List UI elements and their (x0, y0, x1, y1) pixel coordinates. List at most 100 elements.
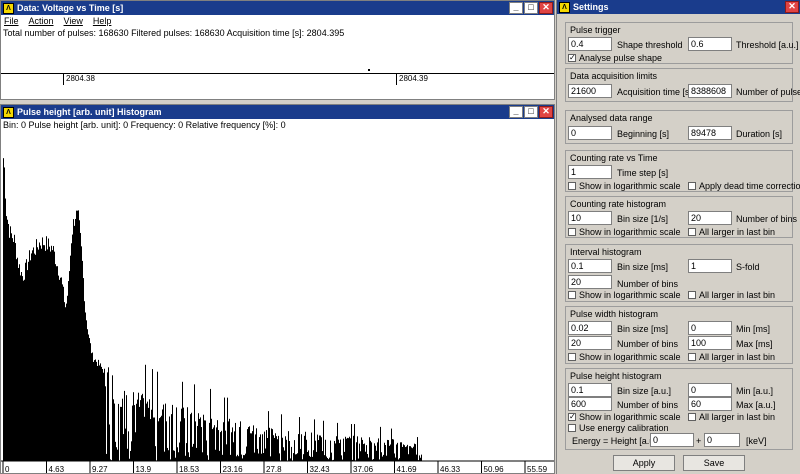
maximize-icon[interactable]: □ (524, 106, 538, 118)
histogram-bar (46, 236, 47, 461)
max-input[interactable]: 100 (688, 336, 732, 350)
histogram-bar (101, 366, 102, 461)
save-button[interactable]: Save (683, 455, 745, 471)
bin-size-input[interactable]: 0.1 (568, 383, 612, 397)
s-fold-input[interactable]: 1 (688, 259, 732, 273)
minimize-icon[interactable]: _ (509, 2, 523, 14)
min-input[interactable]: 0 (688, 321, 732, 335)
duration-input[interactable]: 89478 (688, 126, 732, 140)
histogram-bar (330, 440, 331, 461)
histogram-bar (10, 226, 11, 461)
histogram-bar (407, 444, 408, 461)
height-log-checkbox[interactable]: ✓ Show in logarithmic scale (568, 412, 681, 422)
number-of-pulses-input[interactable]: 8388608 (688, 84, 732, 98)
dead-time-checkbox[interactable]: Apply dead time correction (688, 181, 800, 191)
width-log-checkbox[interactable]: Show in logarithmic scale (568, 352, 681, 362)
histogram-bar (23, 280, 24, 461)
histogram-bar (239, 427, 240, 461)
x-tick-label: 32.43 (310, 465, 331, 473)
bin-size-input[interactable]: 0.1 (568, 259, 612, 273)
histogram-bar (402, 446, 403, 461)
close-icon[interactable]: ✕ (539, 106, 553, 118)
height-larger-checkbox[interactable]: All larger in last bin (688, 412, 775, 422)
histogram-bar (88, 334, 89, 461)
histogram-bar (294, 440, 295, 461)
time-step-input[interactable]: 1 (568, 165, 612, 179)
number-of-bins-input[interactable]: 20 (568, 275, 612, 289)
histogram-bar (406, 446, 407, 461)
histogram-titlebar[interactable]: Λ Pulse height [arb. unit] Histogram _ □… (1, 105, 554, 119)
number-of-bins-input[interactable]: 20 (688, 211, 732, 225)
counting-rate-log-checkbox[interactable]: Show in logarithmic scale (568, 181, 681, 191)
width-larger-checkbox[interactable]: All larger in last bin (688, 352, 775, 362)
voltage-plot[interactable]: 2804.38 2804.39 (1, 41, 554, 99)
voltage-time-window: Λ Data: Voltage vs Time [s] _ □ ✕ File A… (0, 0, 555, 100)
x-tick-label: 50.96 (484, 465, 505, 473)
analyse-shape-checkbox[interactable]: ✓ Analyse pulse shape (568, 53, 662, 63)
histogram-bar (263, 453, 264, 461)
histogram-bar (183, 407, 184, 461)
bin-size-input[interactable]: 0.02 (568, 321, 612, 335)
histogram-bar (151, 409, 152, 461)
close-icon[interactable]: ✕ (539, 2, 553, 14)
histogram-chart[interactable]: 0 4.63 9.27 13.9 18.53 23.16 27.8 32.43 37.06 41.… (1, 131, 554, 473)
histogram-bar (321, 437, 322, 461)
histogram-bar (102, 369, 103, 461)
histogram-bar (338, 439, 339, 461)
histogram-bar (360, 451, 361, 461)
histogram-bar (18, 267, 19, 461)
close-icon[interactable]: ✕ (785, 1, 799, 13)
histogram-bar (357, 436, 358, 461)
histogram-bar (240, 421, 241, 461)
histogram-bar (417, 437, 418, 461)
menu-help[interactable]: Help (93, 16, 112, 26)
histogram-bar (383, 454, 384, 461)
histogram-bar (127, 448, 128, 461)
histogram-bar (159, 418, 160, 461)
menu-view[interactable]: View (64, 16, 83, 26)
counting-hist-log-checkbox[interactable]: Show in logarithmic scale (568, 227, 681, 237)
menu-action[interactable]: Action (29, 16, 54, 26)
maximize-icon[interactable]: □ (524, 2, 538, 14)
apply-button[interactable]: Apply (613, 455, 675, 471)
checkbox-label: Apply dead time correction (699, 181, 800, 191)
number-of-bins-input[interactable]: 600 (568, 397, 612, 411)
min-input[interactable]: 0 (688, 383, 732, 397)
histogram-bar (16, 259, 17, 461)
voltage-time-titlebar[interactable]: Λ Data: Voltage vs Time [s] _ □ ✕ (1, 1, 554, 15)
histogram-bar (87, 329, 88, 461)
energy-calibration-checkbox[interactable]: Use energy calibration (568, 423, 669, 433)
counting-hist-larger-checkbox[interactable]: All larger in last bin (688, 227, 775, 237)
histogram-bar (75, 218, 76, 461)
bin-size-input[interactable]: 10 (568, 211, 612, 225)
tick-mark (396, 73, 397, 85)
histogram-bar (152, 369, 153, 461)
histogram-bar (171, 414, 172, 461)
interval-larger-checkbox[interactable]: All larger in last bin (688, 290, 775, 300)
interval-hist-group: Interval histogram 0.1 Bin size [ms] 1 S… (565, 244, 793, 302)
max-input[interactable]: 60 (688, 397, 732, 411)
histogram-bar (165, 403, 166, 461)
histogram-bar (353, 435, 354, 461)
histogram-bar (295, 454, 296, 461)
histogram-bar (138, 392, 139, 461)
energy-offset-input[interactable]: 0 (704, 433, 740, 447)
shape-threshold-input[interactable]: 0.4 (568, 37, 612, 51)
interval-log-checkbox[interactable]: Show in logarithmic scale (568, 290, 681, 300)
settings-titlebar[interactable]: Λ Settings ✕ (557, 0, 800, 14)
threshold-input[interactable]: 0.6 (688, 37, 732, 51)
histogram-bar (186, 443, 187, 461)
histogram-bar (265, 448, 266, 461)
menu-file[interactable]: File (4, 16, 19, 26)
histogram-bar (5, 198, 6, 462)
histogram-bar (9, 237, 10, 461)
histogram-bar (112, 375, 113, 461)
histogram-bar (22, 276, 23, 461)
minimize-icon[interactable]: _ (509, 106, 523, 118)
beginning-input[interactable]: 0 (568, 126, 612, 140)
group-title: Counting rate vs Time (570, 153, 658, 163)
number-of-bins-input[interactable]: 20 (568, 336, 612, 350)
acquisition-time-input[interactable]: 21600 (568, 84, 612, 98)
group-title: Interval histogram (570, 247, 642, 257)
energy-multiplier-input[interactable]: 0 (650, 433, 694, 447)
